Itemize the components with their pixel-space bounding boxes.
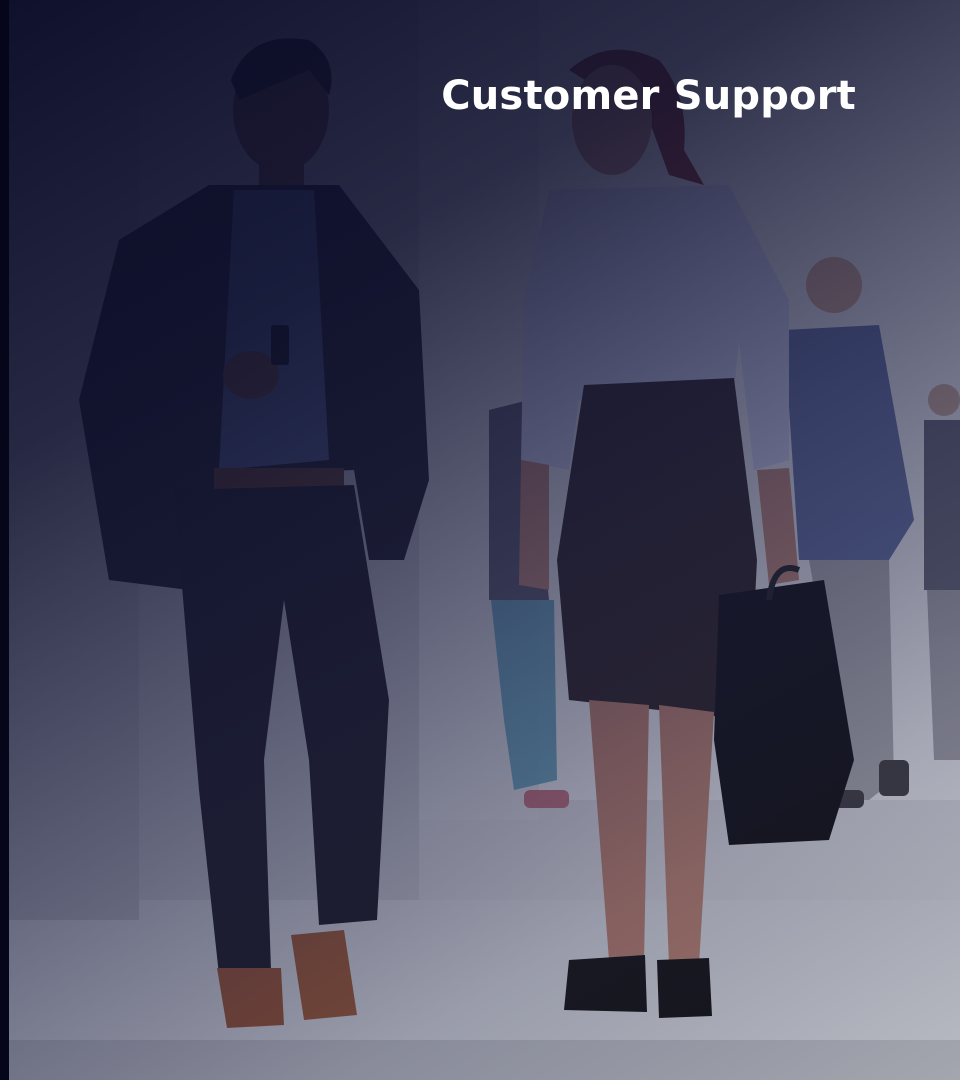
- page-title: Customer Support: [441, 73, 856, 119]
- hero-section: Customer Support: [0, 0, 960, 1080]
- hero-photo: [9, 0, 960, 1080]
- left-edge-bar: [0, 0, 9, 1080]
